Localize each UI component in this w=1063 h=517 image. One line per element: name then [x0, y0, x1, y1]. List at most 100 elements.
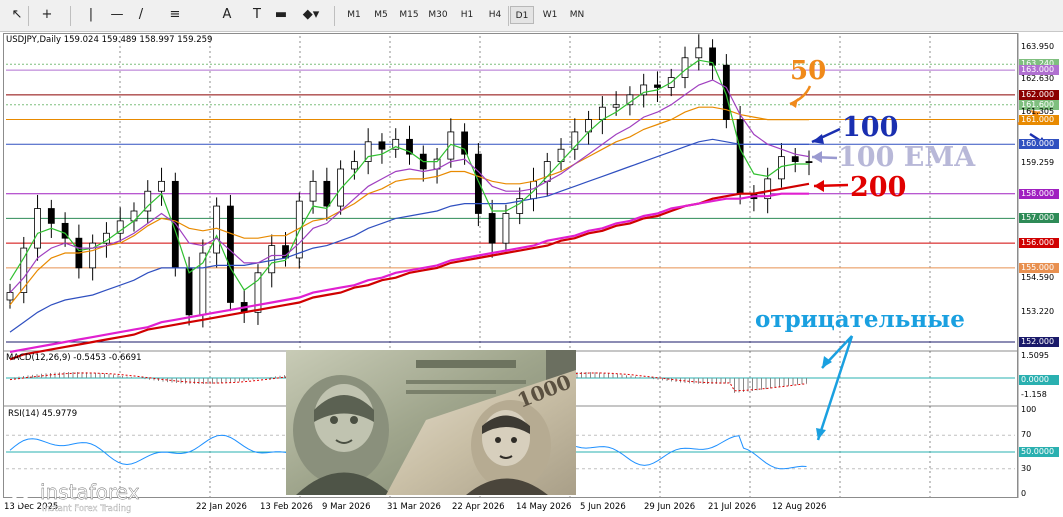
price-axis-label: 159.259	[1021, 157, 1055, 167]
price-axis-label: 162.000	[1019, 89, 1059, 100]
candle	[47, 199, 55, 238]
price-axis-label: 161.000	[1019, 114, 1059, 125]
series-line-ema-slow-violet	[9, 79, 810, 294]
macd-title: MACD(12,26,9) -0.5453 -0.6691	[6, 353, 142, 363]
ema100-annotation: 100	[842, 112, 899, 143]
price-axis-label: 155.000	[1019, 262, 1059, 273]
candle	[75, 224, 83, 279]
candle-body	[791, 156, 799, 162]
candle	[406, 125, 413, 165]
candle	[103, 222, 110, 258]
candle	[695, 34, 703, 71]
ema100-label-arrow	[811, 151, 838, 163]
banknotes-photo: 1000	[286, 350, 576, 495]
x-tick-label: 31 Mar 2026	[387, 502, 441, 512]
candle-body	[227, 205, 234, 303]
x-tick-label: 22 Apr 2026	[452, 502, 505, 512]
x-tick-label: 22 Jan 2026	[196, 502, 247, 512]
candle-body	[736, 119, 744, 195]
x-tick-label: 21 Jul 2026	[708, 502, 756, 512]
candle	[89, 234, 97, 281]
candle	[805, 150, 813, 176]
candle-body	[474, 153, 482, 214]
candle-body	[6, 292, 14, 301]
candle-body	[461, 131, 469, 155]
candle	[640, 73, 648, 108]
candle	[254, 264, 262, 325]
candle-body	[488, 213, 496, 244]
candle	[585, 110, 592, 145]
x-tick-label: 12 Aug 2026	[772, 502, 826, 512]
rsi-negative-arrow	[816, 335, 854, 441]
candle	[323, 167, 331, 221]
price-axis-label: 100	[1021, 405, 1037, 414]
rsi-negative-arrow-shaft	[816, 335, 854, 441]
candle	[557, 138, 565, 171]
price-axis-label: -1.158	[1021, 390, 1047, 399]
candle	[433, 147, 441, 184]
candle	[378, 133, 386, 164]
price-axis-label: 158.000	[1019, 188, 1059, 199]
candle	[654, 71, 661, 103]
chart-title: USDJPY,Daily 159.024 159.489 158.997 159…	[6, 35, 213, 45]
price-axis-label: 157.000	[1019, 213, 1059, 224]
ema100-label-annotation: 100 EMA	[838, 142, 976, 173]
rsi-title: RSI(14) 45.9779	[8, 409, 78, 419]
candle	[61, 212, 69, 247]
logo-brand-text: instaforex	[40, 480, 140, 504]
candle-body	[337, 168, 345, 207]
price-axis-label: 0.0000	[1019, 375, 1059, 385]
ema50-annotation: 50	[790, 56, 827, 86]
candle	[502, 204, 510, 252]
candle-body	[185, 267, 193, 316]
candle-body	[34, 208, 41, 249]
price-axis-label: 153.220	[1021, 306, 1055, 316]
x-tick-label: 13 Feb 2026	[260, 502, 313, 512]
candle	[6, 283, 14, 309]
candle	[213, 197, 221, 268]
price-axis-label: 50.0000	[1019, 447, 1059, 457]
candle	[130, 202, 138, 232]
candle	[20, 236, 28, 304]
candle-body	[805, 161, 813, 163]
price-axis-label: 154.590	[1021, 272, 1055, 282]
ema100-arrow	[811, 127, 841, 144]
candle-body	[309, 180, 317, 202]
candle-body	[695, 47, 703, 59]
candle	[144, 180, 152, 224]
candle-body	[681, 57, 689, 78]
candle-body	[268, 245, 276, 274]
x-tick-label: 9 Mar 2026	[322, 502, 370, 512]
candle	[392, 128, 400, 158]
candle-body	[158, 180, 165, 192]
candle	[709, 39, 716, 80]
candle-body	[323, 180, 331, 207]
price-axis-label: 160.000	[1019, 139, 1059, 150]
ema200-arrow	[813, 180, 849, 192]
price-axis-label: 152.000	[1019, 337, 1059, 347]
instaforex-logo: instaforex Instant Forex Trading	[6, 474, 182, 514]
series-line-ema-200	[9, 182, 810, 361]
candle	[750, 185, 758, 212]
price-axis-label: 30	[1021, 463, 1032, 473]
price-axis-label: 0	[1021, 489, 1027, 498]
candle-body	[654, 84, 661, 88]
candle	[350, 150, 358, 180]
candle	[34, 194, 41, 261]
candle-body	[598, 106, 606, 120]
candle-body	[254, 272, 262, 313]
candle	[419, 145, 427, 182]
candle	[364, 128, 372, 175]
ema200-arrow-head	[814, 180, 824, 192]
candle	[681, 46, 689, 89]
x-tick-label: 14 May 2026	[516, 502, 571, 512]
candle	[447, 118, 455, 168]
price-axis-label: 156.000	[1019, 238, 1059, 249]
candle	[736, 105, 744, 205]
price-axis-label: 70	[1021, 430, 1032, 440]
candle-body	[378, 141, 386, 150]
x-tick-label: 5 Jun 2026	[580, 502, 626, 512]
candle	[282, 232, 289, 267]
candle	[571, 118, 579, 160]
candle	[598, 96, 606, 135]
